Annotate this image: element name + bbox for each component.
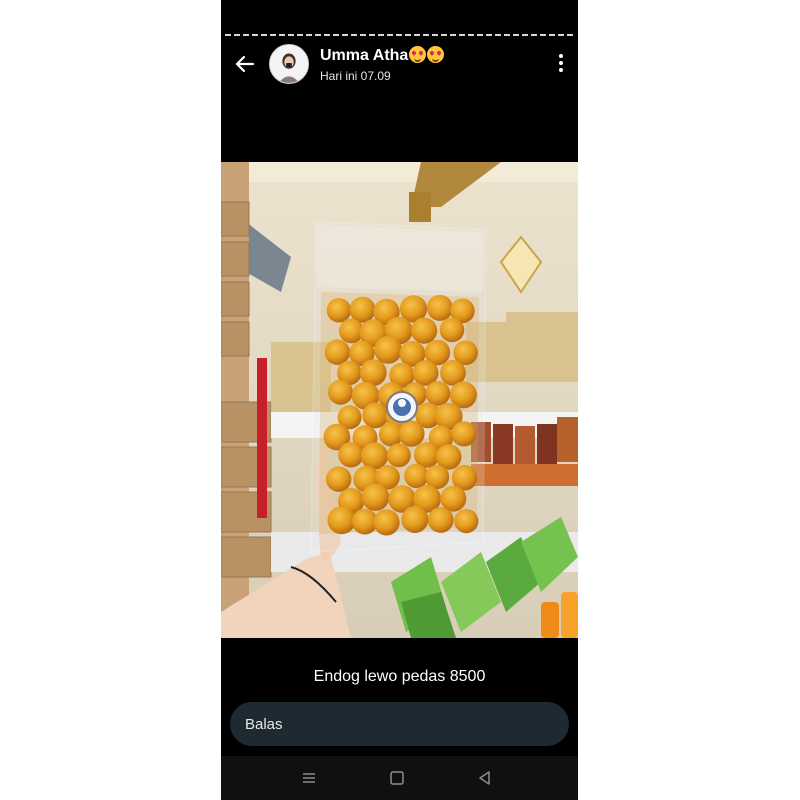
- reply-field[interactable]: Balas: [230, 702, 569, 746]
- smiling-face-with-hearts-emoji: [427, 46, 445, 63]
- home-icon[interactable]: [387, 768, 407, 788]
- snack-ball: [338, 442, 364, 468]
- snack-ball: [398, 420, 425, 447]
- more-options-icon[interactable]: [558, 54, 564, 74]
- snack-ball: [411, 317, 438, 344]
- snack-ball: [404, 463, 429, 488]
- snack-ball: [401, 506, 429, 533]
- snack-ball: [439, 317, 465, 343]
- contact-name: Umma Atha: [320, 46, 445, 65]
- status-progress-bar: [225, 34, 574, 36]
- snack-ball: [360, 442, 388, 470]
- back-arrow-icon[interactable]: [233, 52, 257, 76]
- snack-ball: [373, 509, 400, 536]
- snack-ball: [427, 507, 454, 533]
- avatar[interactable]: [269, 44, 309, 84]
- back-triangle-icon[interactable]: [475, 768, 495, 788]
- reply-placeholder: Balas: [245, 716, 283, 733]
- snack-ball: [359, 359, 387, 386]
- snack-ball: [413, 442, 440, 468]
- smiling-face-with-hearts-emoji: [409, 46, 427, 63]
- snack-ball: [326, 298, 352, 323]
- status-header: Umma Atha Hari ini 07.09: [221, 40, 578, 90]
- menu-icon[interactable]: [299, 768, 319, 788]
- snack-ball: [326, 466, 352, 492]
- snack-ball: [386, 443, 411, 468]
- status-timestamp: Hari ini 07.09: [320, 69, 391, 83]
- system-navigation-bar: [221, 756, 578, 800]
- snack-ball: [426, 294, 453, 321]
- status-caption: Endog lewo pedas 8500: [313, 668, 486, 685]
- snack-ball: [425, 380, 451, 406]
- snack-ball: [451, 421, 477, 447]
- snack-ball: [454, 509, 479, 534]
- snack-ball: [361, 483, 390, 511]
- snack-ball: [374, 336, 402, 364]
- snack-ball: [328, 379, 353, 405]
- status-viewer: Umma Atha Hari ini 07.09 Endog lewo peda…: [221, 0, 578, 800]
- snack-ball: [327, 506, 356, 535]
- status-photo: [221, 162, 578, 638]
